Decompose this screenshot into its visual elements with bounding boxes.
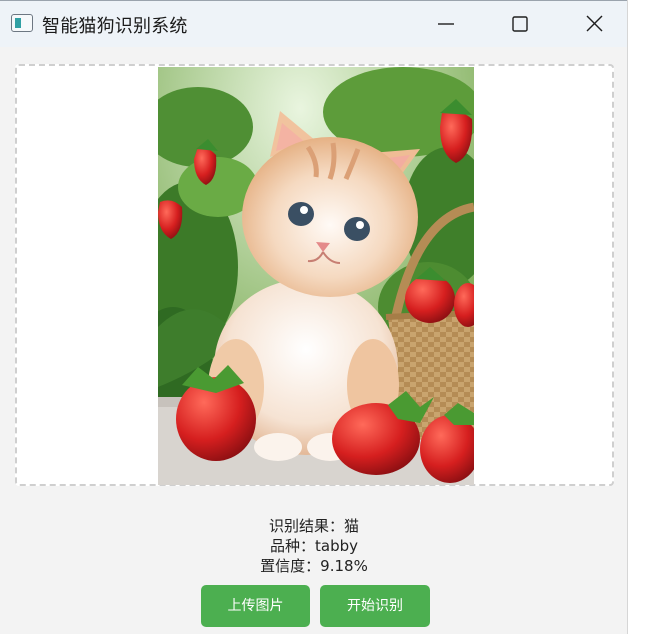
maximize-button[interactable] bbox=[483, 1, 557, 47]
title-bar[interactable]: 智能猫狗识别系统 bbox=[0, 0, 627, 47]
image-drop-area[interactable] bbox=[15, 64, 614, 486]
kitten-strawberries-photo bbox=[158, 67, 474, 485]
app-icon bbox=[11, 14, 33, 32]
close-icon bbox=[586, 15, 603, 32]
maximize-icon bbox=[512, 16, 528, 32]
uploaded-image bbox=[158, 67, 474, 485]
minimize-button[interactable] bbox=[409, 1, 483, 47]
start-recognition-button[interactable]: 开始识别 bbox=[320, 585, 430, 627]
close-button[interactable] bbox=[557, 1, 631, 47]
upload-image-button[interactable]: 上传图片 bbox=[201, 585, 310, 627]
breed-label: 品种：tabby bbox=[270, 537, 358, 555]
window-title: 智能猫狗识别系统 bbox=[42, 16, 188, 37]
result-label: 识别结果：猫 bbox=[268, 517, 359, 535]
app-window: 智能猫狗识别系统 识别结果：猫 品种：tabby 置信度：9.18% 上传图片 … bbox=[0, 0, 628, 634]
confidence-label: 置信度：9.18% bbox=[260, 557, 368, 575]
minimize-icon bbox=[438, 23, 454, 25]
